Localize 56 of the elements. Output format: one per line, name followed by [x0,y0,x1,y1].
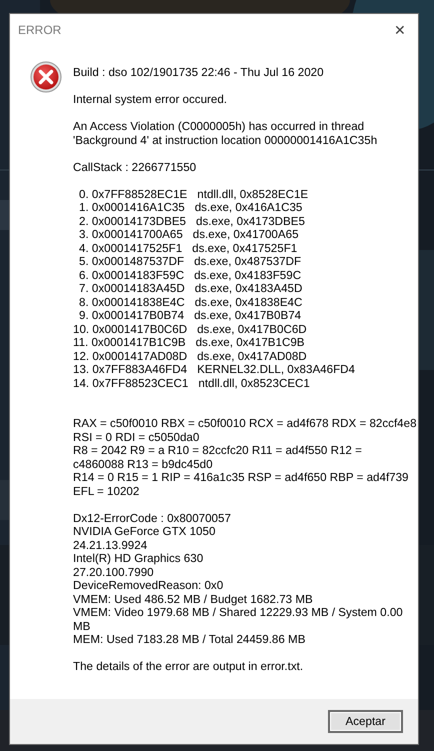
stack-module: ntdll.dll, 0x8523CEC1 [198,376,310,390]
stack-address: 13. 0x7FF883A46FD4 [73,363,188,376]
message-text: NVIDIA GeForce GTX 1050 [73,525,216,538]
message-text: Build : dso 102/1901735 22:46 - Thu Jul 16 2020 [73,66,325,80]
message-text: MB [73,620,92,633]
error-icon [30,61,62,93]
stack-address: 7. 0x00014183A45D [79,282,185,296]
message-text: The details of the error are output in error.txt. [73,660,304,674]
stack-address: 9. 0x0001417B0B74 [79,309,184,322]
stack-module: KERNEL32.DLL, 0x83A46FD4 [197,363,355,376]
stack-module: ds.exe, 0x4183A45D [194,282,302,296]
message-text: An Access Violation (C0000005h) has occurred in thread [73,120,366,134]
stack-address: 11. 0x0001417B1C9B [73,336,186,350]
stack-module: ds.exe, 0x41838E4C [194,296,302,309]
stack-address: 4. 0x0001417525F1 [79,242,182,255]
stack-address: 14. 0x7FF88523CEC1 [73,376,188,390]
stack-address: 2. 0x00014173DBE5 [79,214,186,228]
close-button[interactable]: ✕ [388,18,412,43]
message-text: R14 = 0 R15 = 1 RIP = 416a1c35 RSP = ad4f650 RBP = ad4f739 [73,471,410,484]
message-text: Intel(R) HD Graphics 630 [73,552,204,566]
stack-module: ds.exe, 0x4173DBE5 [196,214,305,228]
stack-module: ds.exe, 0x487537DF [194,255,302,268]
message-text: CallStack : 2266771550 [73,160,198,174]
stack-module: ds.exe, 0x4183F59C [194,268,302,282]
stack-module: ntdll.dll, 0x8528EC1E [197,188,308,201]
message-text: Dx12-ErrorCode : 0x80070057 [73,512,232,525]
stack-module: ds.exe, 0x417525F1 [192,242,298,255]
message-text: 24.21.13.9924 [73,538,148,552]
accept-button[interactable]: Aceptar [328,710,403,733]
message-text: Internal system error occured. [73,93,228,106]
stack-address: 6. 0x00014183F59C [79,268,184,282]
window-title: ERROR [18,23,62,37]
stack-module: ds.exe, 0x417B1C9B [196,336,305,350]
stack-module: ds.exe, 0x417B0C6D [197,322,307,336]
message-text: DeviceRemovedReason: 0x0 [73,579,224,592]
stack-module: ds.exe, 0x417AD08D [197,350,307,363]
message-text: VMEM: Used 486.52 MB / Budget 1682.73 MB [73,592,314,606]
stack-address: 1. 0x0001416A1C35 [79,201,185,214]
message-text: VMEM: Video 1979.68 MB / Shared 12229.93 MB / System 0.00 [73,606,404,620]
stack-address: 10. 0x0001417B0C6D [73,322,188,336]
message-text: EFL = 10202 [73,484,140,498]
message-text: R8 = 2042 R9 = a R10 = 82ccfc20 R11 = ad4f550 R12 = [73,444,363,458]
message-text: c4860088 R13 = b9dc45d0 [73,458,214,471]
stack-address: 0. 0x7FF88528EC1E [79,188,188,201]
message-text: RSI = 0 RDI = c5050da0 [73,430,200,444]
message-text: 'Background 4' at instruction location 00000001416A1C35h [73,134,378,147]
stack-address: 5. 0x0001487537DF [79,255,184,268]
message-text: 27.20.100.7990 [73,566,155,579]
message-text: MEM: Used 7183.28 MB / Total 24459.86 MB [73,633,306,646]
stack-module: ds.exe, 0x417B0B74 [194,309,302,322]
message-text: RAX = c50f0010 RBX = c50f0010 RCX = ad4f678 RDX = 82ccf4e8 [73,417,417,430]
stack-address: 12. 0x0001417AD08D [73,350,188,363]
stack-address: 8. 0x000141838E4C [79,296,185,309]
stack-module: ds.exe, 0x416A1C35 [194,201,302,214]
stack-module: ds.exe, 0x41700A65 [192,228,299,242]
stack-address: 3. 0x000141700A65 [79,228,183,242]
